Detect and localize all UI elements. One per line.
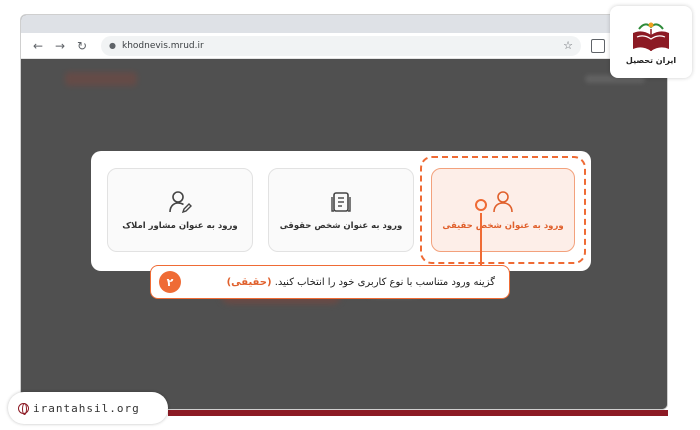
bookmark-star-icon[interactable]: ☆	[563, 39, 573, 52]
forward-icon[interactable]: →	[51, 37, 69, 55]
page-viewport: ورود به عنوان مشاور املاک ورود به عنوان …	[21, 60, 667, 409]
brand-logo: ایران تحصیل	[610, 6, 692, 78]
instruction-main: گزینه ورود متناسب با نوع کاربری خود را ا…	[274, 276, 495, 288]
site-logo	[65, 72, 137, 86]
browser-toolbar: ← → ↻ ● khodnevis.mrud.ir ☆	[21, 33, 667, 59]
reload-icon[interactable]: ↻	[73, 37, 91, 55]
book-logo-icon	[633, 22, 669, 51]
lock-icon: ●	[109, 41, 116, 50]
option-real-estate-advisor[interactable]: ورود به عنوان مشاور املاک	[107, 168, 253, 252]
tab-strip	[21, 15, 667, 33]
pointer-arrow-line	[480, 213, 482, 265]
address-bar[interactable]: ● khodnevis.mrud.ir ☆	[101, 35, 581, 56]
back-icon[interactable]: ←	[29, 37, 47, 55]
option-legal-entity[interactable]: ورود به عنوان شخص حقوقی	[268, 168, 414, 252]
building-doc-icon	[331, 192, 351, 212]
option-label: ورود به عنوان شخص حقیقی	[442, 221, 564, 231]
user-icon	[493, 191, 513, 213]
step-number-badge: ۲	[159, 271, 181, 293]
globe-icon	[18, 402, 29, 415]
url-text: khodnevis.mrud.ir	[121, 40, 204, 51]
instruction-accent: (حقیقی)	[226, 276, 272, 288]
footer-band	[168, 410, 668, 416]
option-label: ورود به عنوان مشاور املاک	[122, 221, 238, 231]
browser-window: ← → ↻ ● khodnevis.mrud.ir ☆ ورود به عنوا…	[20, 14, 668, 410]
user-edit-icon	[169, 191, 192, 214]
option-natural-person[interactable]: ورود به عنوان شخص حقیقی	[431, 168, 575, 252]
instruction-text: گزینه ورود متناسب با نوع کاربری خود را ا…	[227, 277, 501, 288]
logo-text: ایران تحصیل	[625, 56, 677, 65]
pointer-arrow-head	[475, 199, 487, 211]
instruction-callout: ۲ گزینه ورود متناسب با نوع کاربری خود را…	[150, 265, 510, 299]
option-label: ورود به عنوان شخص حقوقی	[279, 221, 403, 231]
website-badge: irantahsil.org	[8, 392, 168, 424]
extensions-icon[interactable]	[591, 38, 605, 53]
page: ← → ↻ ● khodnevis.mrud.ir ☆ ورود به عنوا…	[0, 0, 700, 430]
website-text: irantahsil.org	[33, 401, 140, 415]
login-type-modal: ورود به عنوان مشاور املاک ورود به عنوان …	[91, 151, 591, 271]
